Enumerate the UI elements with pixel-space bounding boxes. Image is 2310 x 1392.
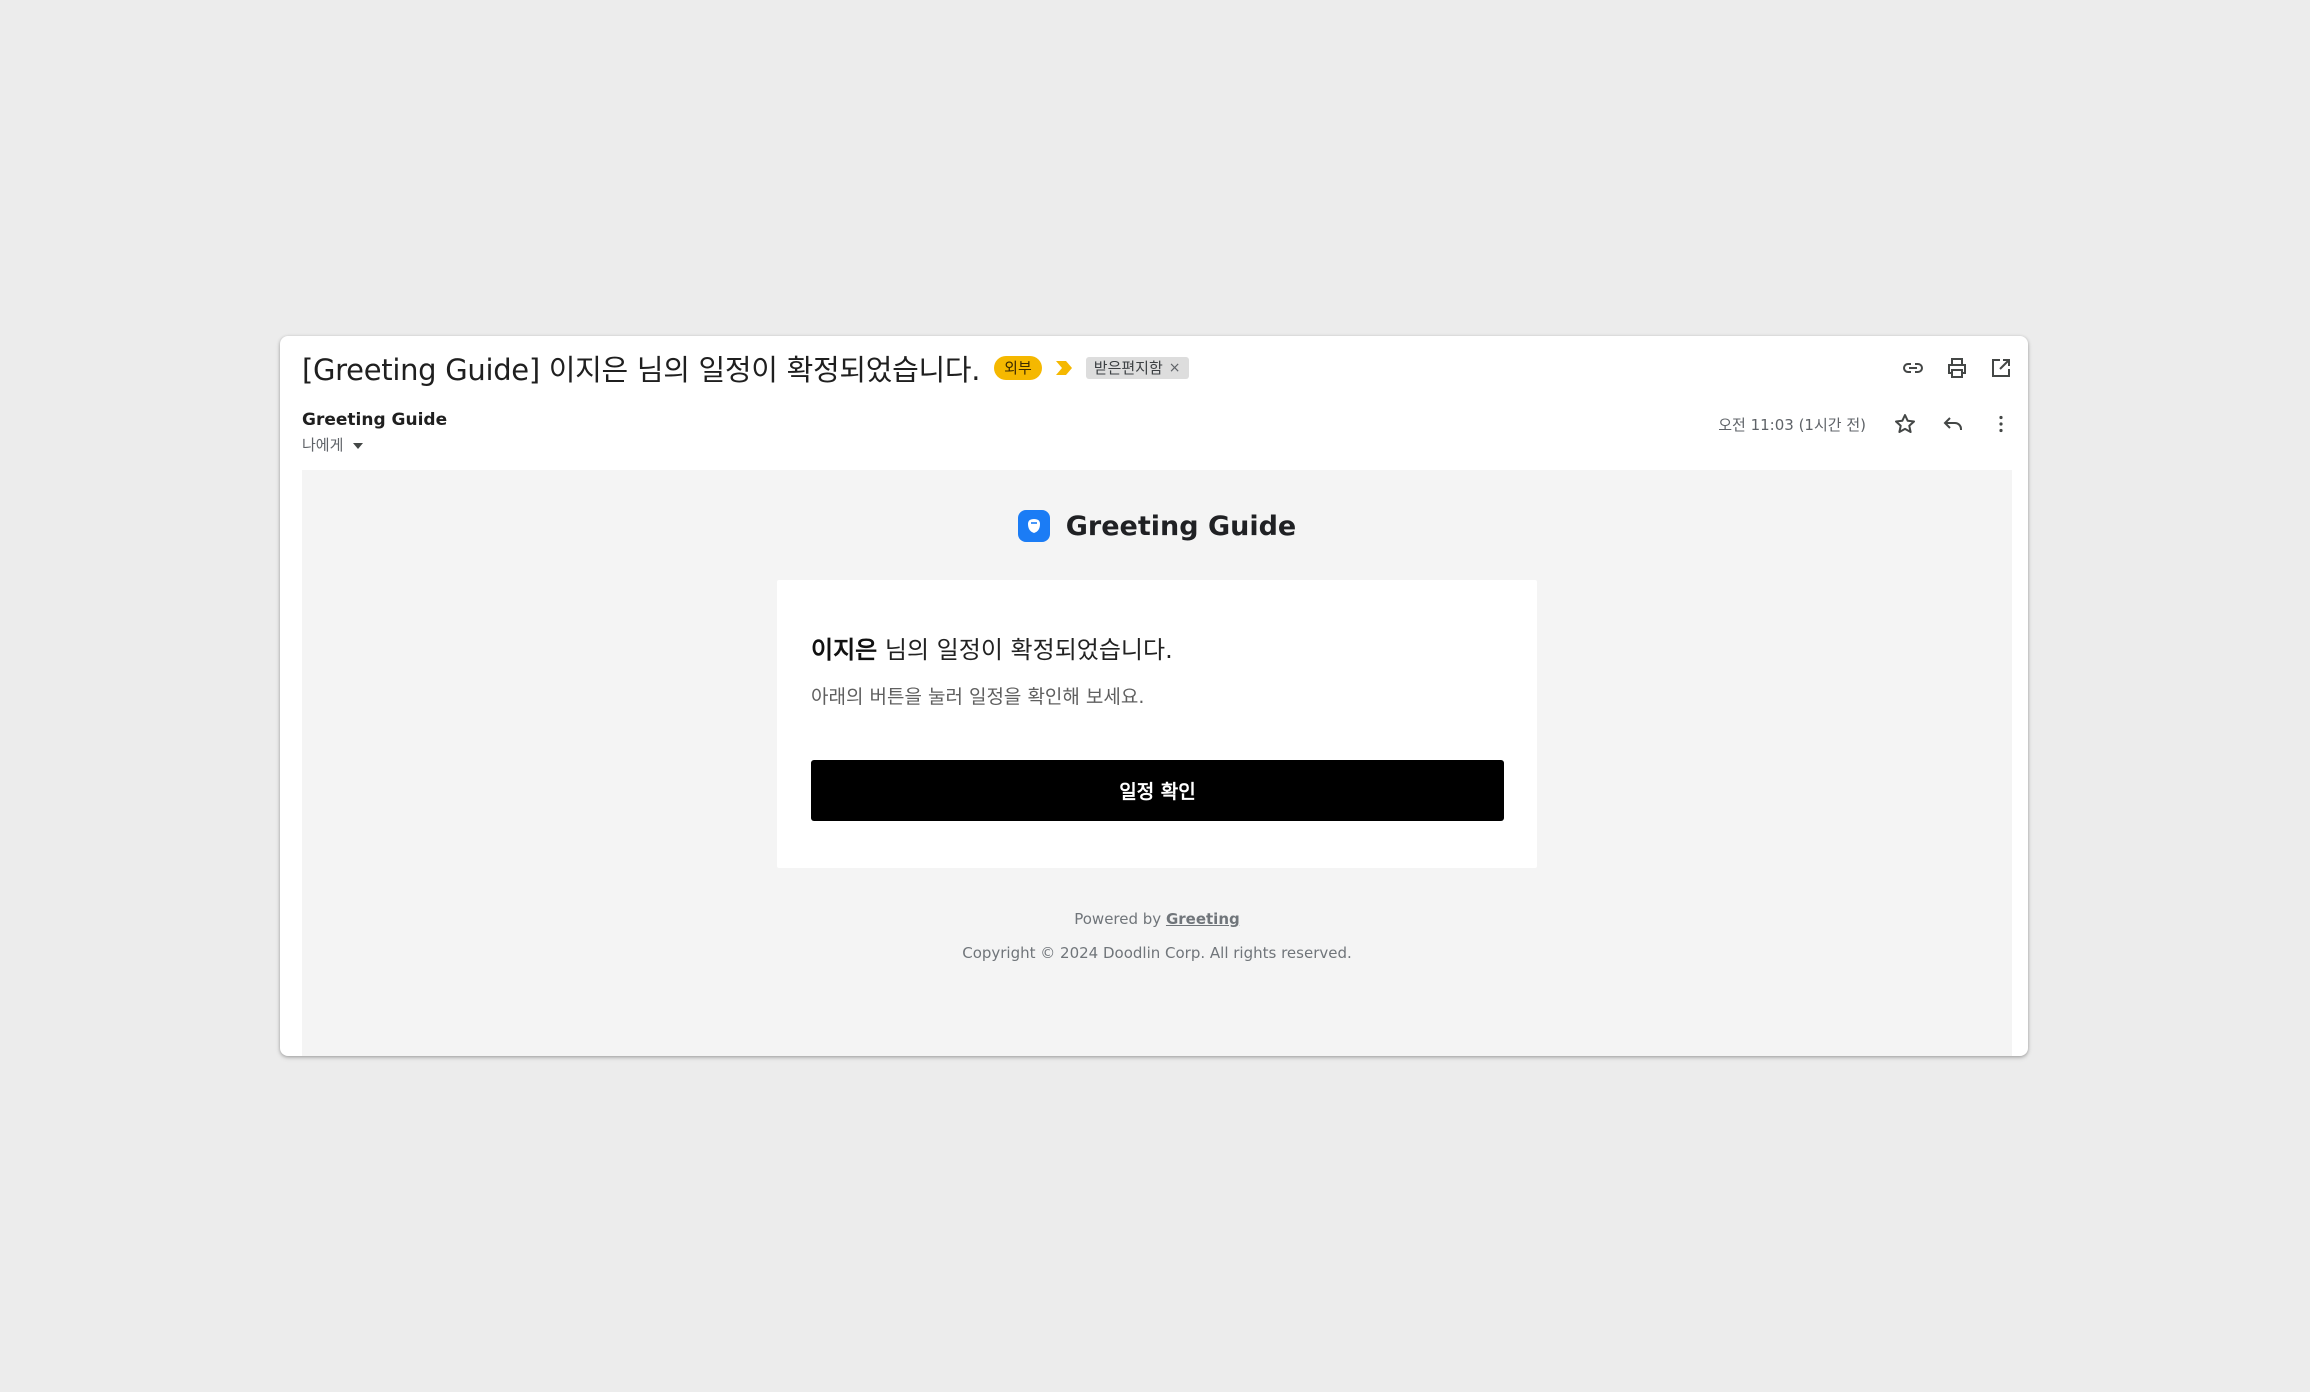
remove-label-button[interactable]: × [1169, 359, 1181, 377]
brand-name: Greeting Guide [1065, 510, 1297, 542]
subject-row: [Greeting Guide] 이지은 님의 일정이 확정되었습니다. 외부 … [302, 344, 2014, 392]
recipient-label: 나에게 [302, 436, 344, 454]
recipient-toggle[interactable]: 나에게 [302, 434, 364, 455]
card-title: 이지은 님의 일정이 확정되었습니다. [811, 630, 1173, 665]
importance-marker-icon[interactable] [1054, 359, 1074, 377]
greeting-link[interactable]: Greeting [1166, 910, 1240, 928]
print-icon[interactable] [1944, 355, 1970, 381]
message-meta: 오전 11:03 (1시간 전) [1718, 410, 2014, 438]
sender-row: Greeting Guide 나에게 오전 11:03 (1시간 전) [302, 410, 2014, 456]
email-body: Greeting Guide 이지은 님의 일정이 확정되었습니다. 아래의 버… [302, 470, 2012, 1056]
chevron-down-icon [353, 442, 364, 449]
sender-name[interactable]: Greeting Guide [302, 410, 447, 430]
greeting-logo-icon [1017, 510, 1050, 542]
top-actions [1900, 355, 2014, 381]
candidate-name: 이지은 [811, 636, 878, 664]
card-title-text: 님의 일정이 확정되었습니다. [877, 636, 1173, 664]
timestamp: 오전 11:03 (1시간 전) [1718, 415, 1866, 434]
external-tag[interactable]: 외부 [994, 356, 1042, 380]
label-text: 받은편지함 [1093, 359, 1163, 377]
more-vert-icon[interactable] [1988, 411, 2014, 437]
brand-header: Greeting Guide [302, 510, 2012, 542]
open-in-new-icon[interactable] [1988, 355, 2014, 381]
email-subject: [Greeting Guide] 이지은 님의 일정이 확정되었습니다. [302, 353, 981, 387]
check-schedule-button[interactable]: 일정 확인 [811, 760, 1504, 821]
link-icon[interactable] [1900, 355, 1926, 381]
inbox-label-chip: 받은편지함 × [1085, 357, 1189, 379]
reply-icon[interactable] [1940, 411, 1966, 437]
confirmation-card: 이지은 님의 일정이 확정되었습니다. 아래의 버튼을 눌러 일정을 확인해 보… [777, 580, 1537, 868]
powered-by-text: Powered by [1074, 910, 1166, 928]
star-icon[interactable] [1892, 411, 1918, 437]
copyright-text: Copyright © 2024 Doodlin Corp. All right… [962, 944, 1352, 962]
powered-by: Powered by Greeting [302, 910, 2012, 928]
card-subtitle: 아래의 버튼을 눌러 일정을 확인해 보세요. [811, 686, 1145, 708]
email-window: [Greeting Guide] 이지은 님의 일정이 확정되었습니다. 외부 … [280, 336, 2028, 1056]
